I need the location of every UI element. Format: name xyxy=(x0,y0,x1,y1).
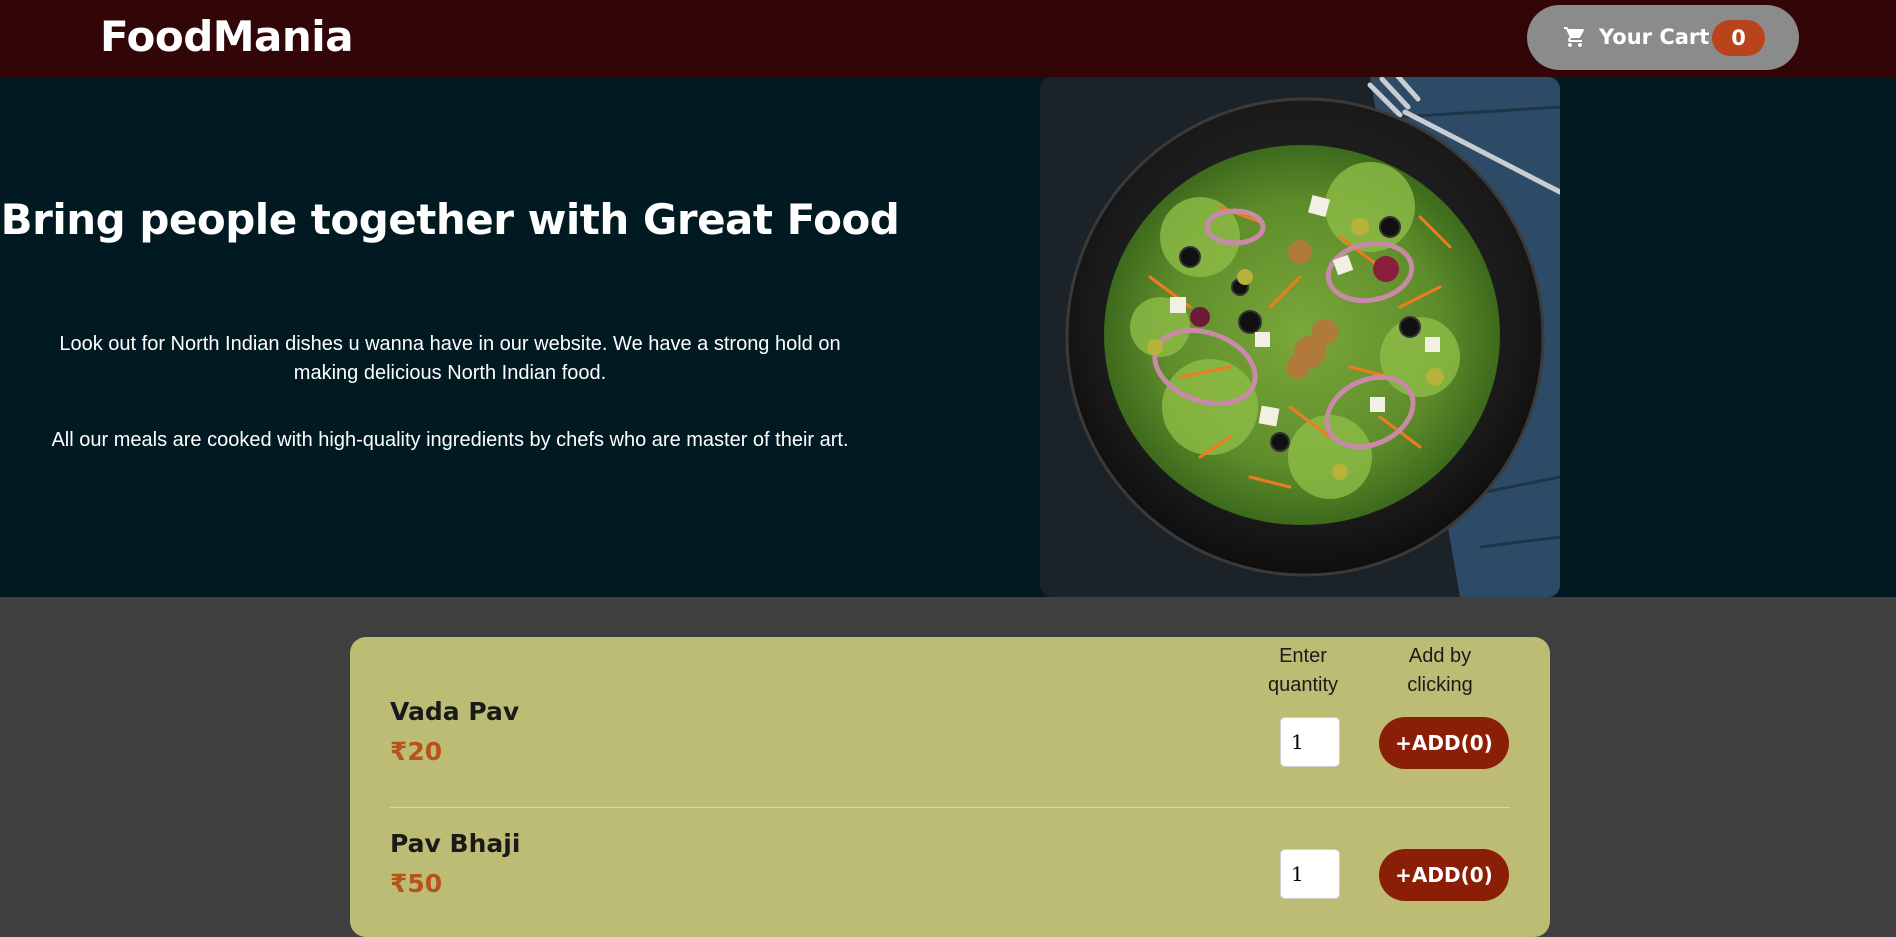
add-column-header: Add by clicking xyxy=(1407,645,1473,696)
meal-price: ₹50 xyxy=(390,869,443,898)
meal-price: ₹20 xyxy=(390,737,443,766)
add-to-cart-button[interactable]: +ADD(0) xyxy=(1379,717,1509,769)
meal-name: Pav Bhaji xyxy=(390,829,521,858)
item-divider xyxy=(390,807,1510,808)
quantity-input[interactable] xyxy=(1280,717,1340,767)
add-to-cart-button[interactable]: +ADD(0) xyxy=(1379,849,1509,901)
quantity-column-header: Enter quantity xyxy=(1267,645,1339,696)
site-header: FoodMania Your Cart 0 xyxy=(0,0,1896,77)
hero-quality-note: All our meals are cooked with high-quali… xyxy=(51,429,849,451)
meal-name: Vada Pav xyxy=(390,697,520,726)
hero-title: Bring people together with Great Food xyxy=(0,195,900,244)
menu-card: Enter quantity Add by clicking Vada Pav … xyxy=(350,637,1550,937)
hero-description: Look out for North Indian dishes u wanna… xyxy=(59,333,841,384)
hero-section: Bring people together with Great Food Lo… xyxy=(0,77,1896,597)
cart-label: Your Cart xyxy=(1599,25,1710,49)
salad-bowl-image xyxy=(1040,77,1560,597)
brand-logo[interactable]: FoodMania xyxy=(100,12,354,61)
cart-button[interactable]: Your Cart 0 xyxy=(1527,5,1799,70)
cart-count-badge: 0 xyxy=(1712,20,1765,56)
cart-icon xyxy=(1564,27,1585,47)
quantity-input[interactable] xyxy=(1280,849,1340,899)
